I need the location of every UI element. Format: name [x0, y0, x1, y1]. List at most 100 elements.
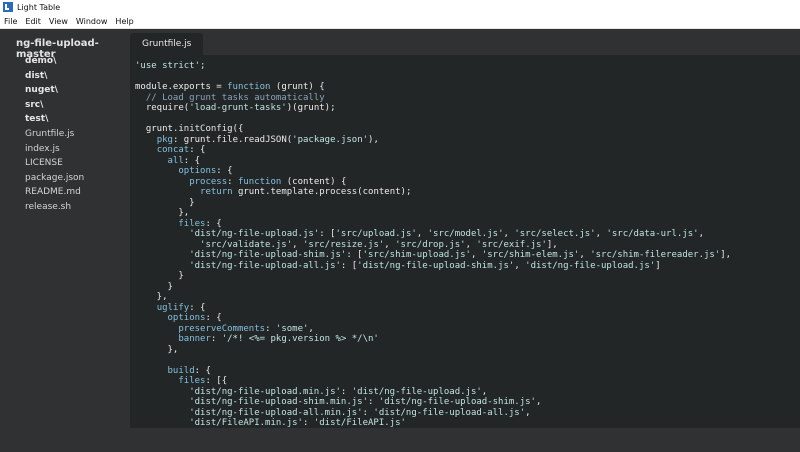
tree-file-release-sh[interactable]: release.sh	[25, 200, 84, 215]
code-line: module.exports = function (grunt) {	[135, 82, 731, 93]
code-token: 'src/shim-filereader.js'	[590, 250, 721, 260]
code-token: : [	[346, 250, 363, 260]
code-token: 'dist/ng-file-upload.js'	[351, 386, 482, 397]
code-token: grunt	[135, 124, 173, 134]
code-line: 'dist/ng-file-upload.min.js': 'dist/ng-f…	[135, 387, 731, 398]
code-line: return grunt.template.process(content);	[135, 187, 731, 198]
code-token: :	[210, 334, 222, 344]
code-token: concat	[156, 145, 190, 155]
menu-help[interactable]: Help	[115, 17, 133, 26]
tree-file-readme[interactable]: README.md	[25, 185, 84, 200]
code-line: 'dist/ng-file-upload-shim.js': ['src/shi…	[135, 250, 731, 261]
tab-bar: Gruntfile.js	[130, 29, 800, 55]
tree-folder-src[interactable]: src\	[25, 98, 84, 113]
code-token: grunt	[297, 103, 325, 113]
tree-file-package-json[interactable]: package.json	[25, 171, 84, 186]
code-token: (	[270, 82, 282, 92]
code-token: ,	[579, 250, 591, 260]
code-token: ,	[292, 239, 303, 250]
tree-folder-nuget[interactable]: nuget\	[25, 83, 84, 98]
code-editor[interactable]: 'use strict'; module.exports = function …	[130, 55, 800, 428]
tree-folder-dist[interactable]: dist\	[25, 69, 84, 84]
code-token: ],	[720, 250, 732, 260]
code-line: }	[135, 198, 731, 209]
code-token: ,	[465, 239, 477, 250]
code-line: process: function (content) {	[135, 177, 731, 188]
code-token: grunt	[183, 134, 211, 145]
code-line: pkg: grunt.file.readJSON('package.json')…	[135, 135, 731, 146]
tree-file-license[interactable]: LICENSE	[25, 156, 84, 171]
code-token: files	[178, 218, 206, 229]
code-token: }	[135, 281, 173, 292]
code-token: 'dist/ng-file-upload-shim.min.js'	[189, 397, 368, 407]
code-token: },	[135, 208, 190, 218]
code-line: 'dist/FileAPI.min.js': 'dist/FileAPI.js'	[135, 418, 731, 428]
code-token: 'dist/ng-file-upload.js'	[525, 260, 656, 271]
code-token: files	[178, 376, 206, 386]
code-token: 'src/resize.js'	[303, 239, 385, 250]
code-line: },	[135, 208, 731, 219]
code-token: (	[281, 176, 293, 187]
tree-file-gruntfile[interactable]: Gruntfile.js	[25, 127, 84, 142]
code-token: options	[178, 166, 217, 176]
code-line: 'use strict';	[135, 61, 731, 72]
code-line: grunt.initConfig({	[135, 124, 731, 135]
code-token: : [{	[205, 376, 228, 386]
file-explorer-sidebar: ng-file-upload-master demo\ dist\ nuget\…	[0, 29, 130, 452]
code-token: :	[172, 134, 184, 145]
code-token: },	[135, 292, 168, 302]
code-token: =	[210, 82, 228, 92]
tab-label: Gruntfile.js	[142, 39, 192, 49]
code-token: :	[302, 418, 314, 428]
code-line: 'dist/ng-file-upload-all.min.js': 'dist/…	[135, 408, 731, 419]
code-token: 'src/validate.js'	[200, 239, 293, 250]
code-token: '/*! <%= pkg.version %> */\n'	[221, 334, 379, 344]
code-token: module.exports	[135, 82, 211, 92]
code-token: );	[324, 103, 336, 113]
code-token: 'dist/FileAPI.min.js'	[189, 418, 303, 428]
code-token: 'dist/ng-file-upload-shim.js'	[357, 260, 515, 271]
code-token: ,	[481, 386, 488, 397]
tree-file-index[interactable]: index.js	[25, 142, 84, 157]
code-line: },	[135, 345, 731, 356]
menu-file[interactable]: File	[4, 17, 17, 26]
code-token: :	[362, 407, 374, 418]
light-table-app-icon	[3, 2, 13, 12]
code-token: : {	[205, 313, 222, 323]
code-token: 'src/upload.js'	[335, 229, 417, 239]
code-token: options	[167, 313, 206, 323]
menu-view[interactable]: View	[49, 17, 68, 26]
code-token: ,	[416, 229, 428, 239]
tree-folder-test[interactable]: test\	[25, 112, 84, 127]
code-token: 'src/exif.js'	[476, 239, 547, 250]
code-token: ,	[535, 397, 542, 407]
code-line: 'dist/ng-file-upload-all.js': ['dist/ng-…	[135, 261, 731, 272]
code-token: ,	[308, 323, 314, 334]
code-token: 'load-grunt-tasks'	[189, 103, 287, 113]
menu-edit[interactable]: Edit	[25, 17, 41, 26]
code-token: build	[167, 365, 195, 376]
tree-folder-demo[interactable]: demo\	[25, 54, 84, 69]
menu-window[interactable]: Window	[76, 17, 108, 26]
code-token: 'src/drop.js'	[395, 239, 466, 250]
tab-gruntfile[interactable]: Gruntfile.js	[130, 33, 204, 55]
code-token: return	[200, 187, 233, 197]
code-token: content	[362, 187, 401, 197]
code-line: 'dist/ng-file-upload-shim.min.js': 'dist…	[135, 397, 731, 408]
code-token: ) {	[308, 82, 325, 92]
code-token: :	[227, 176, 238, 187]
code-token: )(	[286, 103, 298, 113]
code-token: }	[135, 271, 184, 281]
code-token: 'dist/ng-file-upload-all.min.js'	[189, 407, 363, 418]
code-token: .template.process(	[265, 187, 363, 197]
code-token: : [	[340, 260, 358, 271]
code-token: require(	[135, 103, 190, 113]
code-line: concat: {	[135, 145, 731, 156]
